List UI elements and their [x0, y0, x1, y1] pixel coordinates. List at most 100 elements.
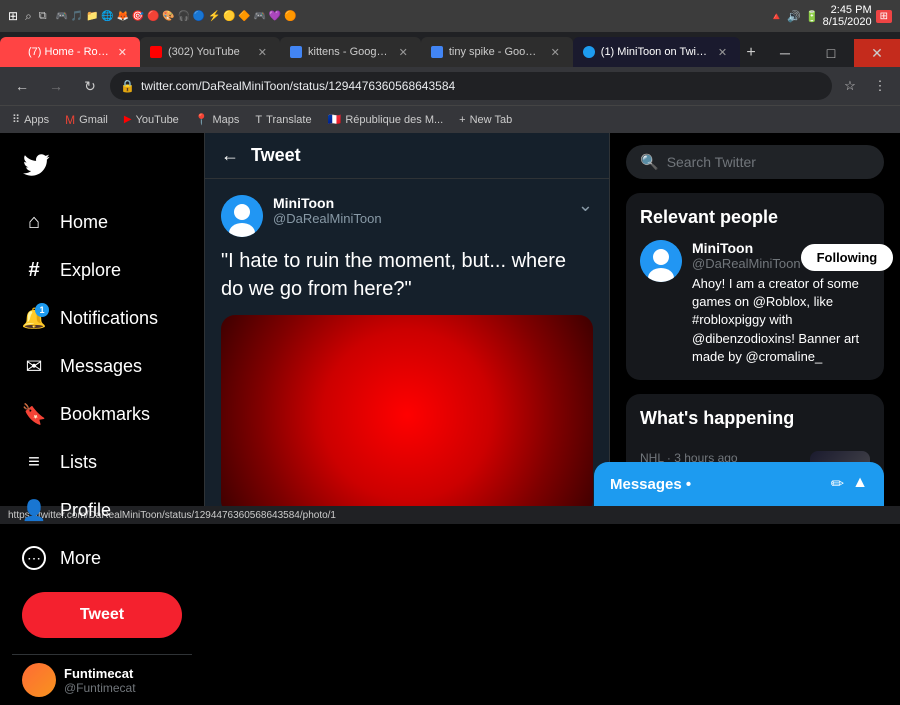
- bookmark-apps[interactable]: ⠿ Apps: [8, 111, 53, 128]
- battery-icon: 🔋: [805, 10, 819, 23]
- tweet-text: "I hate to ruin the moment, but... where…: [221, 247, 593, 303]
- search-input[interactable]: [667, 154, 870, 170]
- tab-youtube[interactable]: (302) YouTube ✕: [140, 37, 280, 67]
- sidebar-profile-avatar: [22, 663, 56, 697]
- sidebar-item-notifications[interactable]: 🔔 1 Notifications: [12, 296, 192, 340]
- messages-icon: ✉: [22, 354, 46, 378]
- bookmarks-bar: ⠿ Apps M Gmail ▶ YouTube 📍 Maps T Transl…: [0, 105, 900, 133]
- relevant-person-handle: @DaRealMiniToon: [692, 256, 801, 271]
- tab-bar: (7) Home - Roblox ✕ (302) YouTube ✕ kitt…: [0, 32, 900, 67]
- maximize-button[interactable]: □: [808, 39, 854, 67]
- sidebar-item-profile[interactable]: 👤 Profile: [12, 488, 192, 532]
- republique-label: République des M...: [345, 114, 443, 126]
- tweet-author-row: MiniToon @DaRealMiniToon ⌄: [221, 195, 593, 237]
- relevant-person: MiniToon @DaRealMiniToon Following Ahoy!…: [640, 240, 870, 366]
- sidebar-item-notifications-label: Notifications: [60, 308, 158, 329]
- main-header: ← Tweet: [205, 133, 609, 179]
- gmail-icon: M: [65, 113, 75, 127]
- reload-button[interactable]: ↻: [76, 72, 104, 100]
- google2-favicon: [431, 46, 443, 58]
- tweet-author-handle: @DaRealMiniToon: [273, 211, 568, 226]
- tab-twitter[interactable]: (1) MiniToon on Twitter: "I ha... ✕: [573, 37, 740, 67]
- sidebar-item-more[interactable]: ⋯ More: [12, 536, 192, 580]
- back-button[interactable]: ←: [8, 72, 36, 100]
- tab-roblox-close[interactable]: ✕: [115, 45, 130, 60]
- search-bar[interactable]: 🔍: [626, 145, 884, 179]
- sidebar-profile-info: Funtimecat @Funtimecat: [64, 666, 182, 695]
- back-arrow-button[interactable]: ←: [221, 145, 239, 166]
- forward-button[interactable]: →: [42, 72, 70, 100]
- close-button[interactable]: ✕: [854, 39, 900, 67]
- bookmark-translate[interactable]: T Translate: [251, 112, 315, 128]
- browser-menu[interactable]: ⋮: [868, 74, 892, 98]
- notification-badge: 1: [35, 303, 49, 317]
- sidebar-profile[interactable]: Funtimecat @Funtimecat: [12, 654, 192, 705]
- yt-label: YouTube: [136, 114, 179, 126]
- tab-twitter-close[interactable]: ✕: [715, 45, 730, 60]
- main-tweet-area: ← Tweet MiniToon @DaRealMiniToon ⌄ "I h: [205, 133, 610, 506]
- main-header-title: Tweet: [251, 145, 301, 166]
- sidebar-item-explore-label: Explore: [60, 260, 121, 281]
- title-bar: ⊞ ⌕ ⧉ 🎮 🎵 📁 🌐 🦊 🎯 🔴 🎨 🎧 🔵 ⚡ 🟡 🔶 🎮 💜 🟠 🔺 …: [0, 0, 900, 32]
- bookmark-maps[interactable]: 📍 Maps: [191, 111, 244, 128]
- newtab-icon: +: [459, 114, 465, 126]
- right-sidebar: 🔍 Relevant people MiniToon: [610, 133, 900, 506]
- tweet-menu-button[interactable]: ⌄: [578, 195, 593, 216]
- google-favicon: [290, 46, 302, 58]
- bookmark-gmail[interactable]: M Gmail: [61, 111, 112, 129]
- tweet-author-avatar: [221, 195, 263, 237]
- apps-label: Apps: [24, 114, 49, 126]
- sidebar-item-lists[interactable]: ≡ Lists: [12, 440, 192, 484]
- lists-icon: ≡: [22, 450, 46, 474]
- collapse-messages-icon[interactable]: ▲: [852, 474, 868, 494]
- network-icon: 🔺: [770, 10, 784, 23]
- tab-roblox[interactable]: (7) Home - Roblox ✕: [0, 37, 140, 67]
- task-view-icon[interactable]: ⧉: [39, 10, 47, 23]
- minimize-button[interactable]: ─: [762, 39, 808, 67]
- sidebar-profile-name: Funtimecat: [64, 666, 182, 681]
- maps-label: Maps: [213, 114, 240, 126]
- sidebar-profile-handle: @Funtimecat: [64, 681, 182, 695]
- explore-icon: #: [22, 258, 46, 282]
- relevant-people-title: Relevant people: [640, 207, 870, 228]
- sidebar-item-messages-label: Messages: [60, 356, 142, 377]
- yt-icon: ▶: [124, 114, 132, 125]
- twitter-logo[interactable]: [12, 143, 192, 192]
- tab-roblox-title: (7) Home - Roblox: [28, 46, 109, 58]
- tab-youtube-close[interactable]: ✕: [255, 45, 270, 60]
- messages-bar[interactable]: Messages • ✏ ▲: [594, 462, 884, 506]
- bookmark-republique[interactable]: 🇫🇷 République des M...: [324, 111, 448, 128]
- sidebar-item-bookmarks[interactable]: 🔖 Bookmarks: [12, 392, 192, 436]
- address-text: twitter.com/DaRealMiniToon/status/129447…: [141, 79, 822, 93]
- tweet-button[interactable]: Tweet: [22, 592, 182, 638]
- relevant-person-bio: Ahoy! I am a creator of some games on @R…: [692, 275, 893, 366]
- bookmark-youtube[interactable]: ▶ YouTube: [120, 112, 183, 128]
- sidebar-item-home[interactable]: ⌂ Home: [12, 200, 192, 244]
- tab-tiny-spike-title: tiny spike - Google Search: [449, 46, 542, 58]
- tab-twitter-title: (1) MiniToon on Twitter: "I ha...: [601, 46, 709, 58]
- windows-icon[interactable]: ⊞: [8, 9, 18, 23]
- sidebar-item-messages[interactable]: ✉ Messages: [12, 344, 192, 388]
- compose-message-icon[interactable]: ✏: [831, 474, 844, 494]
- system-tray: 🔺 🔊 🔋 2:45 PM 8/15/2020 ⊞: [770, 4, 892, 28]
- tab-kittens[interactable]: kittens - Google Search ✕: [280, 37, 421, 67]
- taskbar-app-icons: 🎮 🎵 📁 🌐 🦊 🎯 🔴 🎨 🎧 🔵 ⚡ 🟡 🔶 🎮 💜 🟠: [56, 11, 297, 22]
- address-bar[interactable]: 🔒 twitter.com/DaRealMiniToon/status/1294…: [110, 72, 832, 100]
- notification-center-icon[interactable]: ⊞: [876, 10, 892, 23]
- bookmark-star[interactable]: ☆: [838, 74, 862, 98]
- more-icon: ⋯: [22, 546, 46, 570]
- follow-button[interactable]: Following: [801, 244, 894, 271]
- tab-tiny-spike[interactable]: tiny spike - Google Search ✕: [421, 37, 573, 67]
- new-tab-button[interactable]: +: [740, 39, 762, 67]
- tab-tiny-spike-close[interactable]: ✕: [548, 45, 563, 60]
- maps-icon: 📍: [195, 113, 209, 126]
- taskbar-icons: ⊞ ⌕ ⧉ 🎮 🎵 📁 🌐 🦊 🎯 🔴 🎨 🎧 🔵 ⚡ 🟡 🔶 🎮 💜 🟠: [8, 9, 764, 24]
- tweet-author-info: MiniToon @DaRealMiniToon: [273, 195, 568, 226]
- whats-happening-title: What's happening: [640, 408, 870, 429]
- profile-icon: 👤: [22, 498, 46, 522]
- tab-kittens-close[interactable]: ✕: [396, 45, 411, 60]
- bookmark-newtab[interactable]: + New Tab: [455, 112, 516, 128]
- sidebar-item-explore[interactable]: # Explore: [12, 248, 192, 292]
- tweet-image: [221, 315, 593, 506]
- search-taskbar-icon[interactable]: ⌕: [25, 9, 32, 24]
